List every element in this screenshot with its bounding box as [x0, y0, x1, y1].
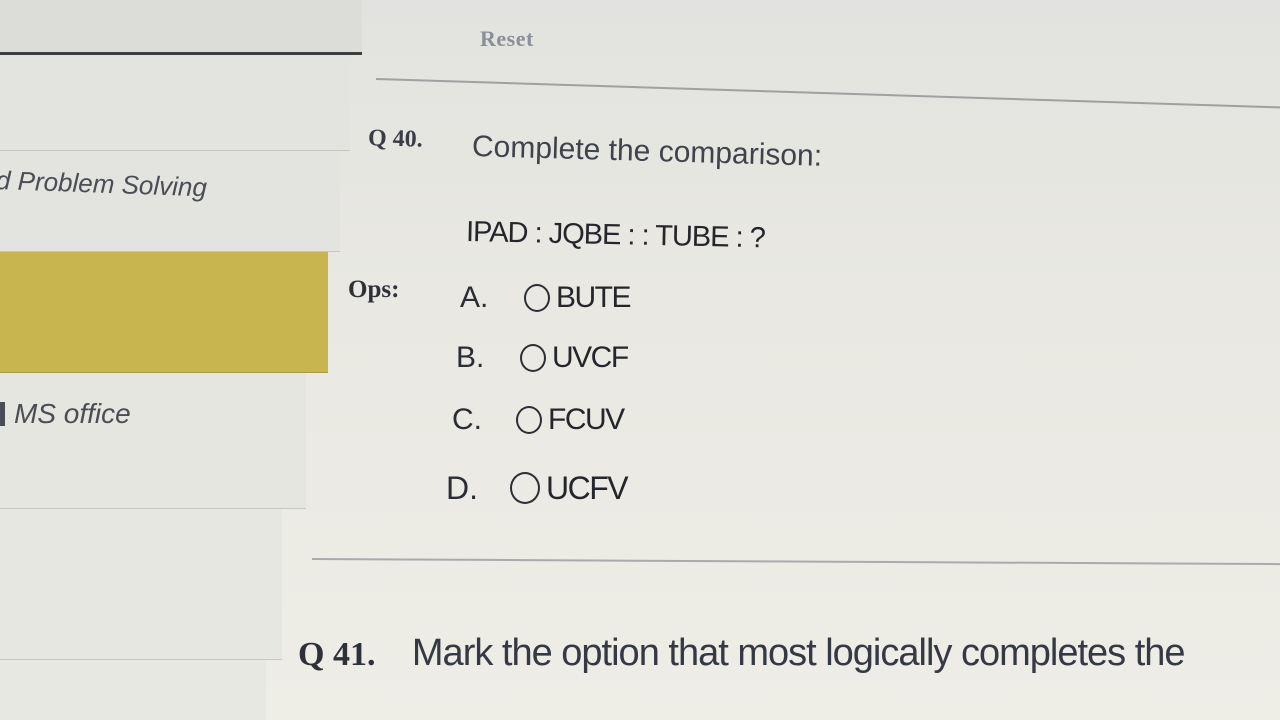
question-text: Mark the option that most logically comp… — [411, 632, 1186, 674]
question-40: Q 40. Complete the comparison: IPAD : JQ… — [0, 0, 1280, 560]
option-a[interactable]: A. BUTE — [460, 276, 632, 320]
radio-button[interactable] — [516, 406, 542, 434]
options-label: Ops: — [348, 276, 400, 303]
question-problem: IPAD : JQBE : : TUBE : ? — [465, 216, 766, 255]
option-letter: D. — [446, 469, 478, 506]
exam-screen: d Problem Solving MS office Reset Q 40. … — [0, 0, 1280, 720]
question-text: Complete the comparison: — [471, 130, 823, 173]
option-d[interactable]: D. UCFV — [446, 466, 629, 510]
radio-button[interactable] — [524, 284, 550, 312]
option-text: FCUV — [548, 403, 625, 436]
radio-button[interactable] — [520, 344, 546, 372]
option-text: UCFV — [546, 469, 629, 506]
option-c[interactable]: C. FCUV — [452, 398, 625, 442]
option-letter: A. — [460, 281, 489, 314]
option-letter: C. — [452, 403, 482, 436]
sidebar-item[interactable] — [0, 660, 266, 720]
question-41: Q 41. Mark the option that most logicall… — [298, 632, 1280, 702]
option-letter: B. — [456, 341, 485, 374]
option-text: UVCF — [552, 341, 629, 374]
question-number: Q 41. — [298, 636, 376, 673]
option-text: BUTE — [556, 281, 632, 314]
radio-button[interactable] — [510, 472, 540, 504]
option-b[interactable]: B. UVCF — [456, 336, 629, 380]
question-number: Q 40. — [367, 125, 424, 153]
